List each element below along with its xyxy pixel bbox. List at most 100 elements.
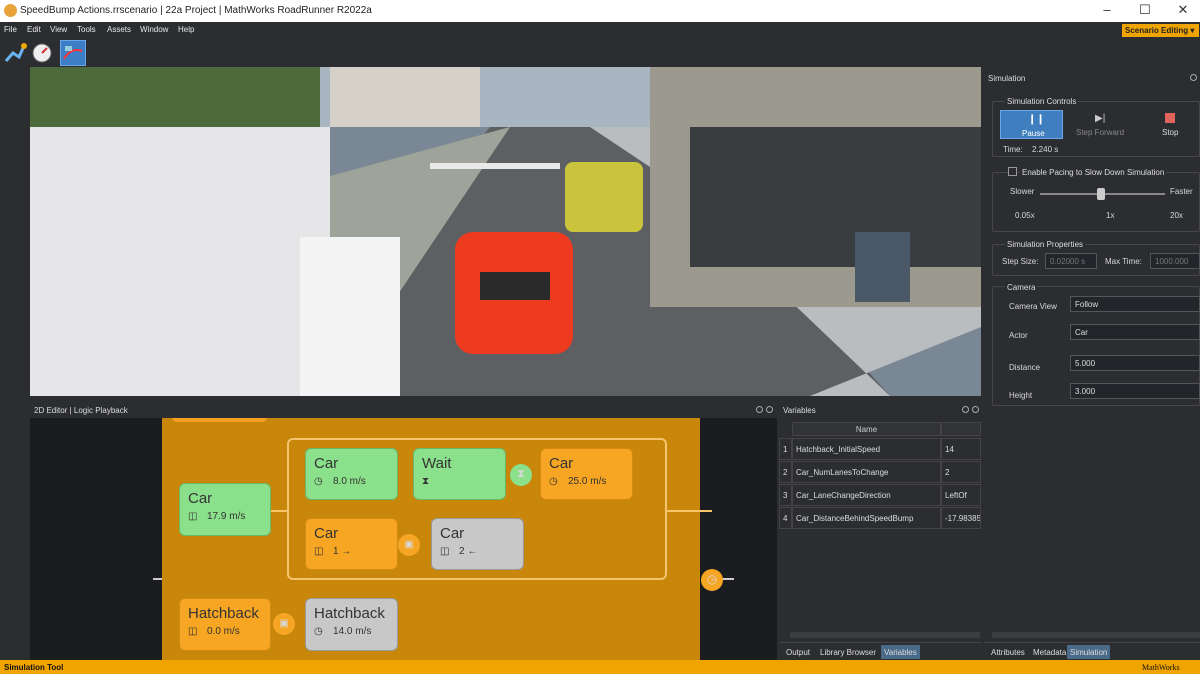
simulation-settings-icon[interactable] <box>1190 74 1197 81</box>
row-number: 1 <box>779 438 792 460</box>
logic-node-car-root[interactable]: Car ◫ 17.9 m/s <box>179 483 271 536</box>
pacing-slider-handle[interactable] <box>1097 188 1105 200</box>
wait-condition-icon[interactable]: ⧗ <box>510 464 532 486</box>
tab-2d-editor[interactable]: 2D Editor <box>34 406 67 415</box>
tab-attributes[interactable]: Attributes <box>988 645 1028 659</box>
step-size-value: 0.02000 s <box>1050 257 1086 266</box>
hatchback-condition-icon[interactable]: ▣ <box>273 613 295 635</box>
variable-value[interactable]: 14 <box>941 438 981 460</box>
variables-scrollbar[interactable] <box>790 632 980 638</box>
tab-simulation[interactable]: Simulation <box>1067 645 1111 659</box>
minimize-button[interactable]: – <box>1094 2 1120 20</box>
tab-separator: | <box>69 406 72 415</box>
time-value: 2.240 s <box>1032 145 1059 154</box>
simulation-tool-icon[interactable] <box>60 40 86 66</box>
tab-output[interactable]: Output <box>783 645 813 659</box>
scene-viewport[interactable] <box>30 67 981 396</box>
variable-name[interactable]: Car_DistanceBehindSpeedBump <box>792 507 941 529</box>
max-time-value: 1000.000 <box>1155 257 1189 266</box>
simulation-tabs: Attributes Metadata Simulation <box>984 642 1200 659</box>
pacing-label: Enable Pacing to Slow Down Simulation <box>1020 168 1167 177</box>
logic-node-hatchback-speed[interactable]: Hatchback ◷ 14.0 m/s <box>305 598 398 651</box>
tab-library-browser[interactable]: Library Browser <box>817 645 879 659</box>
pause-button[interactable]: ❙❙ Pause <box>1000 110 1063 139</box>
row-number: 2 <box>779 461 792 483</box>
camera-view-label: Camera View <box>1009 302 1057 311</box>
step-size-label: Step Size: <box>1002 257 1039 266</box>
variable-name[interactable]: Car_NumLanesToChange <box>792 461 941 483</box>
logic-node-wait[interactable]: Wait ⧗ <box>413 448 506 500</box>
car-condition-icon[interactable]: ▣ <box>398 534 420 556</box>
row-number: 4 <box>779 507 792 529</box>
menu-window[interactable]: Window <box>140 25 168 34</box>
variable-value[interactable]: 2 <box>941 461 981 483</box>
panel-close-icon[interactable] <box>766 406 773 413</box>
mode-dropdown[interactable]: Scenario Editing ▾ <box>1122 24 1199 37</box>
menu-help[interactable]: Help <box>178 25 194 34</box>
camera-view-select[interactable]: Follow <box>1070 296 1200 312</box>
title-bar: SpeedBump Actions.rrscenario | 22a Proje… <box>0 0 1200 22</box>
camera-title: Camera <box>1005 283 1038 292</box>
route-tool-icon[interactable] <box>3 41 27 65</box>
logic-node-car-speed[interactable]: Car ◷ 8.0 m/s <box>305 448 398 500</box>
timer-condition-icon[interactable]: ◷ <box>701 569 723 591</box>
menu-edit[interactable]: Edit <box>27 25 41 34</box>
node-title: Car <box>314 455 339 472</box>
row-number: 3 <box>779 484 792 506</box>
variable-name[interactable]: Car_LaneChangeDirection <box>792 484 941 506</box>
menu-assets[interactable]: Assets <box>107 25 131 34</box>
simulation-panel-header: Simulation <box>984 71 1200 84</box>
camera-view-value: Follow <box>1075 300 1099 309</box>
simulation-scrollbar[interactable] <box>992 632 1200 638</box>
logic-node-partial[interactable] <box>172 418 267 422</box>
node-title: Car <box>440 525 465 542</box>
distance-label: Distance <box>1009 363 1041 372</box>
logic-editor-canvas[interactable]: Car ◫ 17.9 m/s Car ◷ 8.0 m/s Wait ⧗ ⧗ Ca… <box>30 418 777 660</box>
height-value: 3.000 <box>1075 387 1096 396</box>
tab-metadata[interactable]: Metadata <box>1030 645 1069 659</box>
variable-name[interactable]: Hatchback_InitialSpeed <box>792 438 941 460</box>
node-value: 25.0 m/s <box>568 476 607 487</box>
logic-node-hatchback-root[interactable]: Hatchback ◫ 0.0 m/s <box>179 598 271 651</box>
panel-settings-icon[interactable] <box>756 406 763 413</box>
speedometer-icon: ◷ <box>549 476 558 487</box>
actor-select[interactable]: Car <box>1070 324 1200 340</box>
lane-icon: ◫ <box>188 511 198 522</box>
menu-file[interactable]: File <box>4 25 17 34</box>
speedometer-icon: ◷ <box>314 476 323 487</box>
variable-value[interactable]: -17.98385 <box>941 507 981 529</box>
step-size-input[interactable]: 0.02000 s <box>1045 253 1097 269</box>
height-label: Height <box>1009 391 1033 400</box>
menu-tools[interactable]: Tools <box>77 25 96 34</box>
slower-label: Slower <box>1010 187 1035 196</box>
logic-node-car-lane-change[interactable]: Car ◫ 1 → <box>305 518 398 570</box>
tick-max: 20x <box>1170 211 1183 220</box>
tab-logic-playback[interactable]: Logic Playback <box>74 406 128 415</box>
variable-value[interactable]: LeftOf <box>941 484 981 506</box>
node-title: Car <box>549 455 574 472</box>
pacing-checkbox[interactable] <box>1008 167 1017 176</box>
logic-node-car-speed-2[interactable]: Car ◷ 25.0 m/s <box>540 448 633 500</box>
max-time-input[interactable]: 1000.000 <box>1150 253 1200 269</box>
maximize-button[interactable]: ☐ <box>1132 2 1158 20</box>
node-value: 17.9 m/s <box>207 511 246 522</box>
menu-view[interactable]: View <box>50 25 67 34</box>
stop-button[interactable]: Stop <box>1150 110 1190 139</box>
gauge-tool-icon[interactable] <box>30 41 54 65</box>
lane-change-icon: ◫ <box>440 546 450 557</box>
editor-panel-header: 2D Editor | Logic Playback <box>30 403 777 418</box>
tab-variables[interactable]: Variables <box>881 645 920 659</box>
height-input[interactable]: 3.000 <box>1070 383 1200 399</box>
actor-label: Actor <box>1009 331 1028 340</box>
distance-input[interactable]: 5.000 <box>1070 355 1200 371</box>
stop-icon <box>1165 113 1175 123</box>
step-forward-label: Step Forward <box>1076 128 1125 137</box>
variables-close-icon[interactable] <box>972 406 979 413</box>
node-title: Car <box>314 525 339 542</box>
node-title: Hatchback <box>188 605 259 622</box>
variables-settings-icon[interactable] <box>962 406 969 413</box>
step-forward-icon: ▶| <box>1095 113 1106 124</box>
step-forward-button[interactable]: ▶| Step Forward <box>1070 110 1130 139</box>
close-button[interactable]: ✕ <box>1170 2 1196 20</box>
logic-node-car-lane-change-2[interactable]: Car ◫ 2 ← <box>431 518 524 570</box>
